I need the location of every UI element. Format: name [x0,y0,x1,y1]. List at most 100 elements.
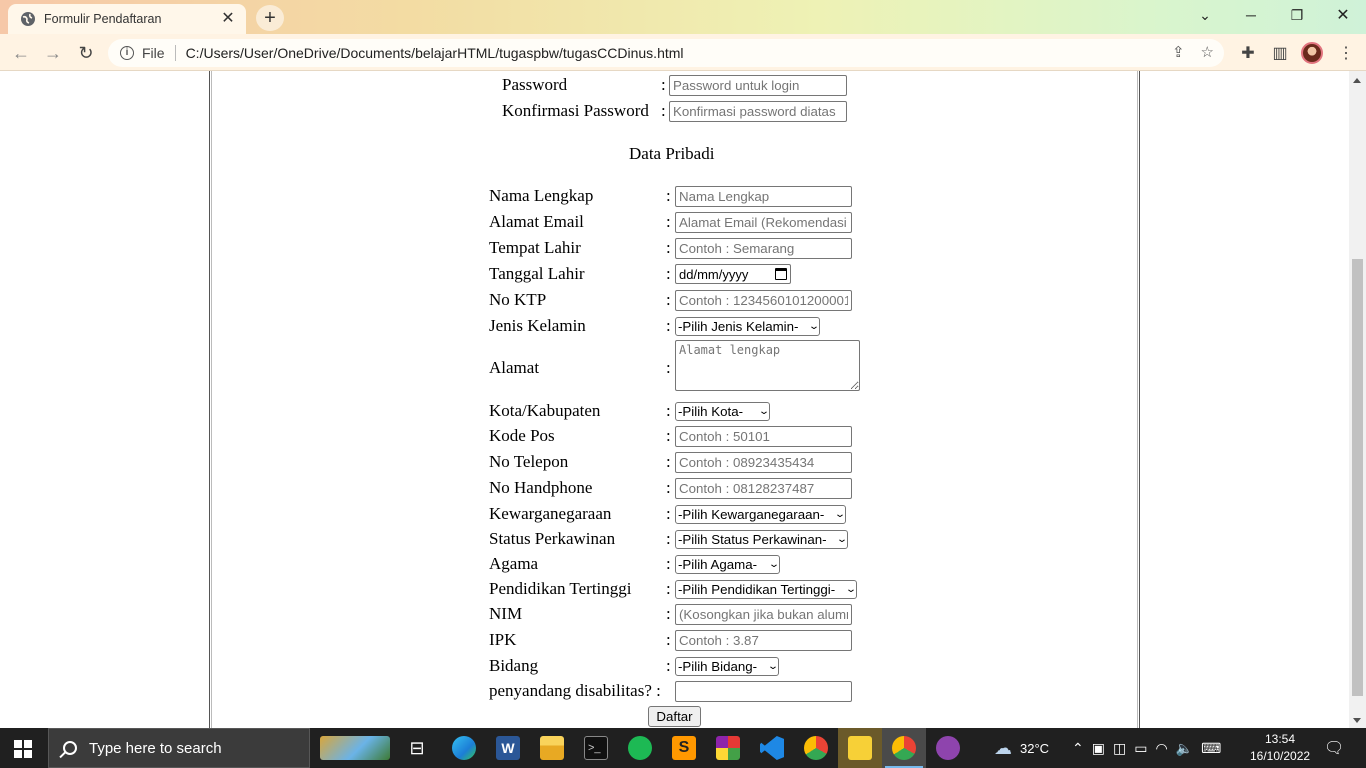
bidang-colon: : [666,656,671,675]
pendidikan-colon: : [666,579,671,598]
restore-button[interactable]: ❐ [1274,0,1320,30]
clock-time: 13:54 [1264,732,1296,746]
task-view-icon[interactable]: ⊟ [405,736,429,760]
vscode-icon[interactable] [760,736,784,760]
share-icon[interactable]: ⇪ [1172,43,1185,61]
calendar-icon[interactable] [775,268,787,280]
github-desktop-icon[interactable] [936,736,960,760]
email-colon: : [666,212,671,231]
wifi-icon[interactable]: ◠ [1155,740,1167,757]
address-bar[interactable]: i File C:/Users/User/OneDrive/Documents/… [108,39,1224,67]
tanggal-lahir-label: Tanggal Lahir [489,264,585,283]
telepon-input[interactable] [675,452,852,473]
kota-select[interactable]: -Pilih Kota- ⌄ [675,402,770,421]
kewarganegaraan-colon: : [666,504,671,523]
tempat-lahir-input[interactable] [675,238,852,259]
volume-icon[interactable]: 🔈 [1176,740,1193,757]
temperature-text: 32°C [1020,740,1050,756]
battery-icon[interactable]: ▭ [1134,740,1147,757]
ipk-input[interactable] [675,630,852,651]
url-text[interactable]: C:/Users/User/OneDrive/Documents/belajar… [186,45,684,61]
section-title-data-pribadi: Data Pribadi [629,144,715,163]
menu-kebab-icon[interactable]: ⋮ [1334,40,1358,66]
ktp-colon: : [666,290,671,309]
tab-search-icon[interactable]: ⌄ [1182,0,1228,30]
jenis-kelamin-value: -Pilih Jenis Kelamin- [678,319,799,334]
system-tray[interactable]: ⌃ ▣ ◫ ▭ ◠ 🔈 ⌨ [1072,728,1221,768]
scrollbar-thumb[interactable] [1352,259,1363,696]
tanggal-lahir-date-input[interactable]: dd/mm/yyyy [675,264,791,284]
taskbar-search-box[interactable]: Type here to search [48,728,310,768]
browser-toolbar: ← → ↻ i File C:/Users/User/OneDrive/Docu… [0,34,1366,71]
alamat-textarea[interactable] [675,340,860,391]
disabilitas-input[interactable] [675,681,852,702]
search-highlight-image[interactable] [320,736,390,760]
clock[interactable]: 13:54 16/10/2022 [1250,731,1310,765]
nim-label: NIM [489,604,523,623]
camera-icon[interactable]: ◫ [1113,740,1126,757]
scheme-label: File [142,45,165,61]
disabilitas-label: penyandang disabilitas? : [489,681,661,700]
spotify-icon[interactable] [628,736,652,760]
back-icon[interactable]: ← [8,40,34,66]
weather-widget[interactable]: ☁ 32°C [994,728,1049,768]
agama-colon: : [666,554,671,573]
status-perkawinan-label: Status Perkawinan [489,529,616,548]
terminal-icon[interactable]: >_ [584,736,608,760]
info-icon[interactable]: i [120,46,134,60]
kewarganegaraan-select[interactable]: -Pilih Kewarganegaraan- ⌄ [675,505,846,524]
confirm-password-input[interactable] [669,101,847,122]
form-frame-right [1137,71,1140,728]
kewarganegaraan-label: Kewarganegaraan [489,504,612,523]
nama-input[interactable] [675,186,852,207]
bookmark-star-icon[interactable]: ☆ [1201,43,1214,61]
pendidikan-select[interactable]: -Pilih Pendidikan Tertinggi- ⌄ [675,580,857,599]
extensions-icon[interactable]: ✚ [1236,40,1260,66]
status-perkawinan-select[interactable]: -Pilih Status Perkawinan- ⌄ [675,530,848,549]
notification-icon[interactable]: 🗨 [1324,728,1344,768]
profile-avatar[interactable] [1300,40,1324,66]
word-icon[interactable]: W [496,736,520,760]
kota-colon: : [666,401,671,420]
chrome-icon[interactable] [804,736,828,760]
nim-input[interactable] [675,604,852,625]
forward-icon[interactable]: → [40,40,66,66]
edge-icon[interactable] [452,736,476,760]
keyboard-icon[interactable]: ⌨ [1201,740,1221,757]
chrome-active-icon[interactable] [892,736,916,760]
agama-value: -Pilih Agama- [678,557,758,572]
search-icon [63,741,77,755]
app-grid-icon[interactable] [716,736,740,760]
handphone-input[interactable] [675,478,852,499]
minimize-button[interactable]: ─ [1228,0,1274,30]
close-window-button[interactable]: ✕ [1320,0,1366,30]
scroll-down-icon[interactable] [1353,718,1361,723]
scroll-up-icon[interactable] [1353,78,1361,83]
bidang-select[interactable]: -Pilih Bidang- ⌄ [675,657,779,676]
bidang-label: Bidang [489,656,539,675]
email-input[interactable] [675,212,852,233]
browser-tab[interactable]: Formulir Pendaftaran ✕ [8,4,246,34]
kode-pos-input[interactable] [675,426,852,447]
page-scrollbar[interactable] [1349,71,1366,728]
ktp-input[interactable] [675,290,852,311]
close-tab-icon[interactable]: ✕ [220,11,236,27]
agama-select[interactable]: -Pilih Agama- ⌄ [675,555,780,574]
windows-start-icon[interactable] [14,740,32,758]
daftar-submit-button[interactable]: Daftar [648,706,701,727]
chevron-down-icon: ⌄ [766,661,779,672]
divider [174,45,176,61]
handphone-colon: : [666,478,671,497]
password-input[interactable] [669,75,847,96]
sticky-notes-icon[interactable] [848,736,872,760]
chevron-up-icon[interactable]: ⌃ [1072,740,1084,757]
sublime-icon[interactable]: S [672,736,696,760]
jenis-kelamin-select[interactable]: -Pilih Jenis Kelamin- ⌄ [675,317,820,336]
reload-icon[interactable]: ↻ [73,40,99,66]
side-panel-icon[interactable]: ▥ [1268,40,1292,66]
file-explorer-icon[interactable] [540,736,564,760]
network-status-icon[interactable]: ▣ [1092,740,1105,757]
form-frame-left [209,71,212,728]
new-tab-button[interactable]: + [256,5,284,31]
chevron-down-icon: ⌄ [844,584,857,595]
